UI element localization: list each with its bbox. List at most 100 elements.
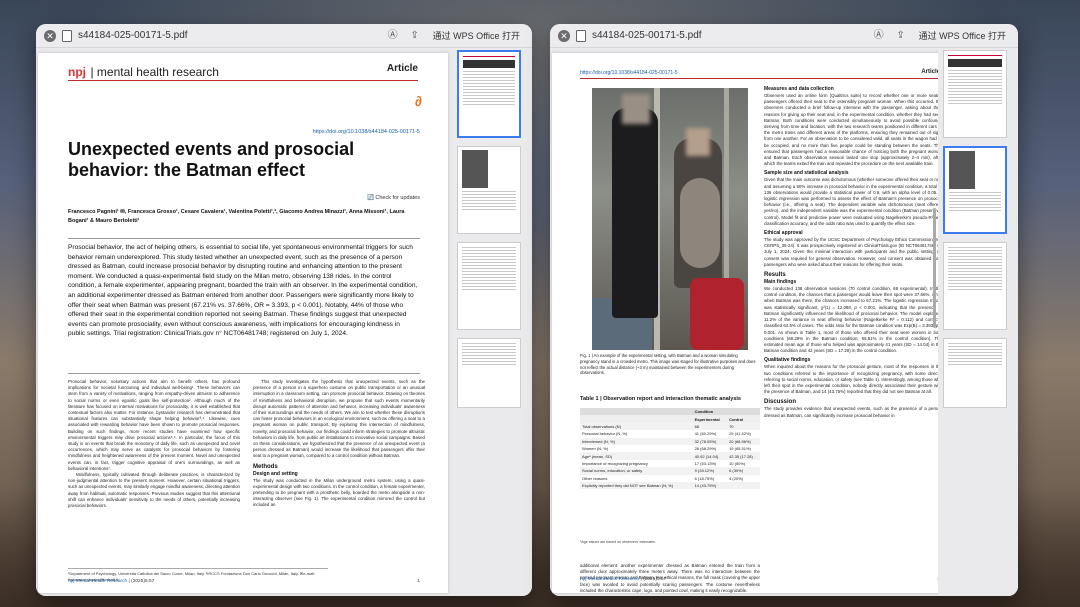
figure-1-photo <box>592 88 748 350</box>
table-cell: Women (N, %) <box>582 446 609 452</box>
table-cell: Interviewed (N, %) <box>580 437 693 445</box>
page-footer: npj Mental Health Research | (2025)5:57 … <box>68 579 420 584</box>
table-cell: 41 (60.29%) <box>694 431 717 437</box>
footer-citation: | (2025)5:57 <box>640 577 667 582</box>
table-column-header: Experimental <box>692 415 728 423</box>
table-cell: 29 (41.42%) <box>729 431 751 437</box>
table-row: Social norms, education, or safety 9 (28.… <box>580 467 760 475</box>
page-footer: npj Mental Health Research | (2025)5:57 … <box>580 577 940 582</box>
paragraph: This study investigates the hypothesis t… <box>253 379 425 459</box>
page-number: 1 <box>417 579 420 584</box>
divider <box>68 373 420 374</box>
subsection-heading: Ethical approval <box>764 230 803 237</box>
doi-link[interactable]: https://doi.org/10.1038/s44184-025-00171… <box>580 70 678 76</box>
window-title: s44184-025-00171-5.pdf <box>592 30 702 41</box>
close-button[interactable]: ✕ <box>558 29 570 42</box>
pdf-viewer-window-2: ✕ s44184-025-00171-5.pdf Ⓐ ⇪ 通过 WPS Offi… <box>550 24 1018 596</box>
page-thumbnail-3[interactable] <box>457 242 521 330</box>
table-row: Importance of recognizing pregnancy 17 (5… <box>580 460 760 467</box>
author-list: Francesco Pagnini¹ ✉, Francesca Grosso¹,… <box>68 209 405 224</box>
table-cell: 20 (68.96%) <box>727 437 760 445</box>
table-cell: 6 (18.75%) <box>694 475 715 481</box>
open-access-icon: ∂ <box>415 93 422 109</box>
table-cell: 6 (30%) <box>727 467 760 475</box>
section-heading: Discussion <box>764 399 797 406</box>
figure-caption: Fig. 1 | An example of the experimental … <box>580 353 756 376</box>
window-title: s44184-025-00171-5.pdf <box>78 30 188 41</box>
table-cell: Other reasons <box>582 475 608 481</box>
paragraph: When inquired about the reasons for the … <box>764 364 942 395</box>
table-cell: 68 <box>692 422 728 431</box>
markup-icon[interactable]: Ⓐ <box>385 28 401 44</box>
page-thumbnail-4[interactable] <box>457 338 521 408</box>
table-group-header: Condition <box>692 408 760 416</box>
table-row: Other reasons 6 (18.75%) 4 (20%) <box>580 475 760 482</box>
thumbnail-sidebar <box>938 48 1018 596</box>
share-icon[interactable]: ⇪ <box>893 28 909 44</box>
table-cell: Explicitly reported they did NOT see Bat… <box>580 481 693 490</box>
open-in-wps-button[interactable]: 通过 WPS Office 打开 <box>915 29 1010 42</box>
check-updates-link[interactable]: 🔄 Check for updates <box>367 195 420 201</box>
paragraph: We conducted 138 observation sessions (7… <box>764 286 942 354</box>
subsection-heading: Qualitative findings <box>764 357 811 364</box>
table-cell: 14 (43.75%) <box>692 481 728 490</box>
title-bar: ✕ s44184-025-00171-5.pdf Ⓐ ⇪ 通过 WPS Offi… <box>550 24 1018 48</box>
paragraph: Prosocial behavior, voluntary actions th… <box>68 379 240 471</box>
table-row: Ageᵃ (mean, SD) 40.92 (14.04) 42.35 (17.28… <box>580 452 760 460</box>
footer-journal: npj Mental Health Research <box>580 577 640 582</box>
section-heading: Results <box>764 272 786 279</box>
viewer-content: https://doi.org/10.1038/s44184-025-00171… <box>550 48 1018 596</box>
subsection-heading: Design and setting <box>253 470 298 477</box>
subsection-heading: Sample size and statistical analysis <box>764 170 849 177</box>
open-in-wps-button[interactable]: 通过 WPS Office 打开 <box>429 29 524 42</box>
doi-link[interactable]: https://doi.org/10.1038/s44184-025-00171… <box>313 129 420 135</box>
table-cell <box>727 481 760 490</box>
title-bar: ✕ s44184-025-00171-5.pdf Ⓐ ⇪ 通过 WPS Offi… <box>36 24 532 48</box>
table-cell: Social norms, education, or safety <box>580 467 693 475</box>
share-icon[interactable]: ⇪ <box>407 28 423 44</box>
footer-citation: | (2025)5:57 <box>128 579 155 584</box>
markup-icon[interactable]: Ⓐ <box>871 28 887 44</box>
pdf-page-2: https://doi.org/10.1038/s44184-025-00171… <box>552 53 962 593</box>
subsection-heading: Main findings <box>764 279 797 286</box>
table-cell: 28 (68.29%) <box>694 446 717 452</box>
table-cell: 40.92 (14.04) <box>692 452 728 460</box>
article-title: Unexpected events and prosocial behavior… <box>68 139 355 180</box>
table-cell: Total observations (N) <box>580 422 693 431</box>
subsection-heading: Measures and data collection <box>764 86 834 92</box>
table-cell: Prosocial behavior (N, %) <box>582 431 628 437</box>
pdf-viewer-window-1: ✕ s44184-025-00171-5.pdf Ⓐ ⇪ 通过 WPS Offi… <box>36 24 532 596</box>
close-button[interactable]: ✕ <box>44 29 56 42</box>
table-cell: Importance of recognizing pregnancy <box>582 460 648 466</box>
page-thumbnail-2[interactable] <box>943 146 1007 234</box>
table-cell: 32 (78.05%) <box>692 437 728 445</box>
page-thumbnail-3[interactable] <box>943 242 1007 330</box>
document-icon <box>576 29 586 42</box>
scrollbar[interactable] <box>933 208 936 328</box>
thumbnail-sidebar <box>452 48 532 596</box>
paragraph: The study was approved by the UCSC Depar… <box>764 237 942 267</box>
observation-table: Condition Experimental Control Total obse… <box>580 408 760 490</box>
table-header-cell <box>580 408 693 416</box>
page-thumbnail-1[interactable] <box>457 50 521 138</box>
table-row: Prosocial behavior (N, %) 41 (60.29%) 29 (… <box>580 430 760 437</box>
body-column-left: Prosocial behavior, voluntary actions th… <box>68 379 240 579</box>
divider <box>580 78 940 79</box>
page-thumbnail-4[interactable] <box>943 338 1007 408</box>
divider <box>68 238 420 239</box>
journal-header: npj | mental health research Article <box>68 63 418 81</box>
batman-figure <box>612 108 658 318</box>
page-thumbnail-2[interactable] <box>457 146 521 234</box>
viewer-content: npj | mental health research Article ∂ h… <box>36 48 532 596</box>
table-column-header <box>580 415 693 423</box>
table-cell: 17 (53.13%) <box>694 460 717 466</box>
page-thumbnail-1[interactable] <box>943 50 1007 138</box>
table-cell: 70 <box>727 422 760 431</box>
table-row: Total observations (N) 68 70 <box>580 422 760 431</box>
table-cell: 9 (28.12%) <box>692 467 728 475</box>
pdf-page-1: npj | mental health research Article ∂ h… <box>38 53 448 593</box>
paragraph: The study provides evidence that unexpec… <box>764 406 942 418</box>
table-row: Women (N, %) 28 (68.29%) 19 (65.51%) <box>580 445 760 452</box>
table-cell: Ageᵃ (mean, SD) <box>580 452 693 460</box>
table-cell: 19 (65.51%) <box>729 446 751 452</box>
